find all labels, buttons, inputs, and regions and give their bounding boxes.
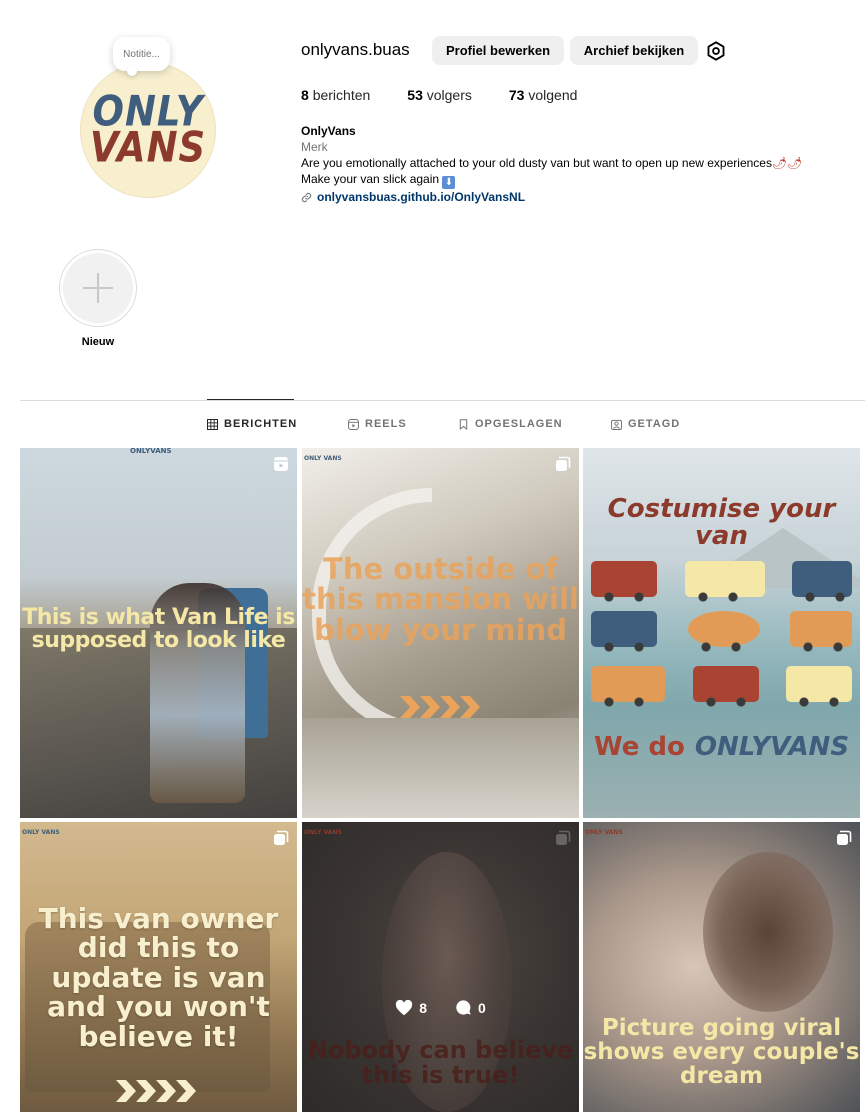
bio-link[interactable]: onlyvansbuas.github.io/OnlyVansNL [301, 189, 861, 205]
chevrons-icon [400, 696, 480, 718]
bio-line-1-text: Are you emotionally attached to your old… [301, 156, 772, 170]
tabs-divider [20, 400, 865, 401]
username: onlyvans.buas [301, 40, 410, 59]
down-arrow-icon: ⬇ [442, 176, 456, 189]
post-brand-logo: ONLYVANS [130, 448, 172, 455]
view-archive-button[interactable]: Archief bekijken [570, 36, 698, 65]
avatar-logo-line2: VANS [89, 123, 207, 172]
caravan-icon [790, 611, 852, 652]
post-tile[interactable]: ONLY VANS 8 0 Nobody can believe this is… [302, 822, 579, 1112]
comments-count: 0 [478, 999, 486, 1016]
new-highlight-button[interactable]: Nieuw [59, 249, 137, 348]
plus-icon [83, 273, 113, 303]
post-caption: The outside of this mansion will blow yo… [302, 552, 579, 647]
tab-posts[interactable]: BERICHTEN [207, 418, 297, 430]
likes-count: 8 [419, 999, 427, 1016]
post-caption-top: Costumise your van [607, 494, 836, 552]
note-text: Notitie... [123, 48, 160, 60]
camper-icon [684, 561, 765, 602]
caravan-icon [792, 561, 852, 602]
reel-icon [274, 457, 288, 471]
bio-name: OnlyVans [301, 124, 356, 138]
post-caption: Nobody can believe this is true! [307, 1036, 574, 1090]
link-icon [301, 192, 312, 202]
carousel-icon [556, 830, 571, 845]
highlight-label: Nieuw [81, 336, 115, 348]
bookmark-icon [459, 418, 468, 430]
tab-saved-label: OPGESLAGEN [475, 418, 563, 430]
posts-count: 8 [301, 87, 309, 103]
carousel-icon [837, 830, 852, 845]
bio-link-text: onlyvansbuas.github.io/OnlyVansNL [317, 190, 526, 204]
comment-icon [456, 1000, 471, 1015]
active-tab-indicator [207, 399, 294, 400]
pattern-icon [687, 611, 760, 652]
post-caption: This van owner did this to update is van… [38, 902, 279, 1053]
profile-avatar[interactable]: ONLY VANS [80, 62, 216, 198]
chili-pepper-icon: 🌶🌶 [771, 156, 803, 170]
highlight-inner [63, 253, 133, 323]
following-count: 73 [508, 87, 525, 103]
post-caption-bottom: We do ONLYVANS [583, 732, 860, 762]
heart-icon [396, 999, 413, 1015]
following-label: volgend [528, 87, 578, 103]
post-photo-blurred [703, 852, 833, 1012]
post-caption-brand: ONLYVANS [694, 732, 850, 762]
followers-count: 53 [407, 87, 423, 103]
chevrons-icon [116, 1080, 196, 1102]
grid-icon [207, 418, 218, 430]
post-brand-logo: ONLY VANS [304, 829, 342, 836]
reels-icon [348, 418, 359, 430]
post-tile[interactable]: ONLY VANS Picture going viral shows ever… [583, 822, 860, 1112]
followers-label: volgers [426, 87, 472, 103]
carousel-icon [274, 830, 289, 845]
van-icons-row-3 [591, 666, 852, 707]
highlight-circle [59, 249, 137, 327]
post-tile[interactable]: Costumise your van We do ONLYVANS [583, 448, 860, 818]
posts-label: berichten [312, 87, 371, 103]
edit-profile-button[interactable]: Profiel bewerken [432, 36, 564, 65]
posts-stat: 8 berichten [301, 87, 370, 103]
van-icons-row-1 [591, 561, 852, 602]
comments-stat: 0 [455, 999, 486, 1016]
post-tile[interactable]: ONLYVANS This is what Van Life is suppos… [20, 448, 297, 818]
post-brand-logo: ONLY VANS [304, 455, 342, 462]
tab-reels[interactable]: REELS [348, 418, 407, 430]
tab-tagged[interactable]: GETAGD [611, 418, 680, 430]
note-bubble[interactable]: Notitie... [113, 37, 170, 76]
settings-gear-icon[interactable] [705, 40, 727, 62]
post-caption-prefix: We do [593, 732, 685, 762]
van-icon [591, 561, 657, 602]
tagged-icon [611, 419, 622, 430]
tab-reels-label: REELS [365, 418, 407, 430]
camper-icon [591, 666, 665, 707]
post-tile[interactable]: ONLY VANS The outside of this mansion wi… [302, 448, 579, 818]
likes-stat: 8 [395, 999, 427, 1016]
tab-posts-label: BERICHTEN [224, 418, 298, 430]
post-brand-logo: ONLY VANS [585, 829, 623, 836]
bio-line-2-text: Make your van slick again [301, 172, 440, 186]
following-stat[interactable]: 73 volgend [509, 87, 578, 103]
bio-category: Merk [301, 140, 328, 154]
post-photo-floor [302, 718, 579, 818]
van-icons-row-2 [591, 611, 852, 652]
post-caption: Picture going viral shows every couple's… [583, 1015, 860, 1090]
caravan-icon [786, 666, 852, 707]
tab-saved[interactable]: OPGESLAGEN [458, 418, 563, 430]
post-brand-logo: ONLY VANS [22, 829, 60, 836]
followers-stat[interactable]: 53 volgers [407, 87, 472, 103]
profile-stats: 8 berichten 53 volgers 73 volgend [301, 87, 614, 103]
tab-tagged-label: GETAGD [628, 418, 681, 430]
post-tile[interactable]: ONLY VANS This van owner did this to upd… [20, 822, 297, 1112]
van-icon [692, 666, 759, 707]
avatar-logo: ONLY VANS [80, 62, 216, 198]
bio-line-1: Are you emotionally attached to your old… [301, 155, 861, 171]
post-hover-stats: 8 0 [302, 999, 579, 1016]
post-caption: This is what Van Life is supposed to loo… [22, 605, 295, 654]
bio-line-2: Make your van slick again ⬇ [301, 171, 861, 189]
camper-icon [591, 611, 657, 652]
profile-bio: OnlyVans Merk Are you emotionally attach… [301, 123, 861, 205]
carousel-icon [556, 456, 571, 471]
